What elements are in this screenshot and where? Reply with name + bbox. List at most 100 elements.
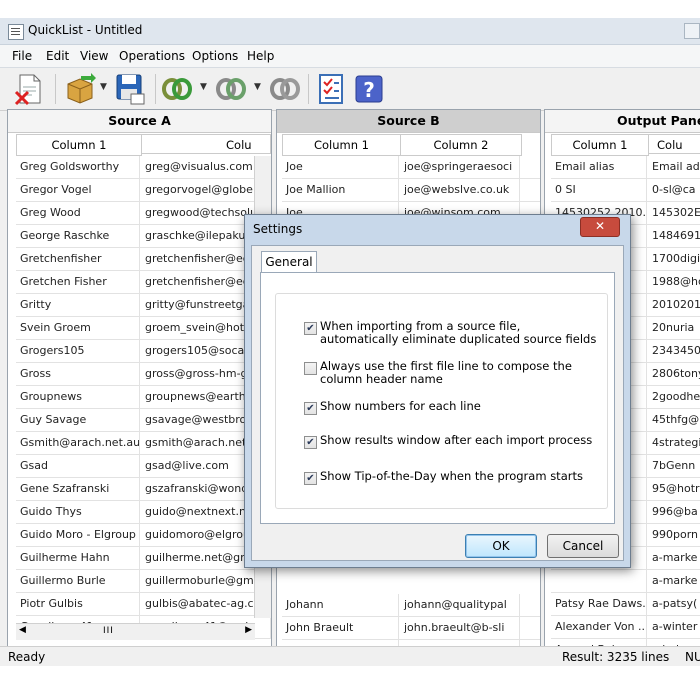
output-column-headers: Column 1 Colu bbox=[551, 134, 700, 156]
column-header[interactable]: Column 2 bbox=[400, 134, 522, 156]
table-row[interactable]: Gsmith@arach.net.au gsmith@arach.net bbox=[16, 432, 271, 455]
table-cell: Gretchen Fisher bbox=[16, 271, 140, 293]
table-row[interactable]: Gritty gritty@funstreetga bbox=[16, 294, 271, 317]
table-cell: Groupnews bbox=[16, 386, 140, 408]
source-b-title: Source B bbox=[277, 110, 540, 133]
table-row[interactable]: Greg Wood gregwood@techsolu bbox=[16, 202, 271, 225]
merge-gray-icon[interactable] bbox=[214, 72, 248, 106]
open-box-icon[interactable] bbox=[63, 72, 97, 106]
table-row[interactable]: Groupnews groupnews@earthl bbox=[16, 386, 271, 409]
menu-edit[interactable]: Edit bbox=[46, 49, 69, 63]
source-a-title: Source A bbox=[8, 110, 271, 133]
table-row[interactable]: John Braeult john.braeult@b-sli bbox=[282, 617, 540, 640]
merge-dropdown-arrow[interactable]: ▼ bbox=[200, 82, 207, 92]
help-icon[interactable]: ? bbox=[352, 72, 386, 106]
table-cell: Gsad bbox=[16, 455, 140, 477]
option-label: Show results window after each import pr… bbox=[320, 433, 593, 447]
table-row[interactable]: George Raschke graschke@ilepakus bbox=[16, 225, 271, 248]
table-cell: Johann bbox=[282, 594, 399, 616]
table-row[interactable]: Johann johann@qualitypal bbox=[282, 594, 540, 617]
table-row[interactable]: Joe joe@springeraesoci bbox=[282, 156, 540, 179]
column-header[interactable]: Column 1 bbox=[282, 134, 401, 156]
new-document-icon[interactable] bbox=[12, 72, 46, 106]
menu-file[interactable]: File bbox=[12, 49, 32, 63]
table-row[interactable]: Gretchen Fisher gretchenfisher@ed bbox=[16, 271, 271, 294]
scroll-thumb-grip[interactable]: III bbox=[103, 626, 114, 636]
table-row[interactable]: a-marke bbox=[551, 570, 700, 593]
scroll-left-arrow[interactable]: ◀ bbox=[19, 625, 26, 635]
ok-button[interactable]: OK bbox=[465, 534, 537, 558]
table-cell: Guillermo Burle bbox=[16, 570, 140, 592]
table-row[interactable]: Email alias Email ad bbox=[551, 156, 700, 179]
table-cell: Guido Moro - Elgroup bbox=[16, 524, 140, 546]
table-cell: 996@ba bbox=[648, 501, 700, 523]
merge2-dropdown-arrow[interactable]: ▼ bbox=[254, 82, 261, 92]
tab-general[interactable]: General bbox=[261, 251, 317, 272]
close-icon[interactable]: ✕ bbox=[580, 217, 620, 237]
menu-view[interactable]: View bbox=[80, 49, 108, 63]
table-row[interactable]: 0 SI 0-sl@ca bbox=[551, 179, 700, 202]
table-cell: Greg Goldsworthy bbox=[16, 156, 140, 178]
table-cell: Joe Mallion bbox=[282, 179, 399, 201]
table-row[interactable]: Alexander Von ... a-winter bbox=[551, 616, 700, 639]
checkbox-eliminate-duplicates[interactable]: ✔ bbox=[304, 322, 317, 335]
table-row[interactable]: Guy Savage gsavage@westbroo bbox=[16, 409, 271, 432]
table-cell: 990porn bbox=[648, 524, 700, 546]
table-row[interactable]: Patsy Rae Daws... a-patsy( bbox=[551, 593, 700, 616]
merge-green-icon[interactable] bbox=[160, 72, 194, 106]
table-row[interactable]: Joe Mallion joe@webslve.co.uk bbox=[282, 179, 540, 202]
toolbar-separator bbox=[155, 74, 156, 104]
window-controls[interactable] bbox=[684, 23, 700, 39]
table-cell: Gretchenfisher bbox=[16, 248, 140, 270]
table-row[interactable]: Guido Moro - Elgroup guidomoro@elgrou bbox=[16, 524, 271, 547]
table-row[interactable]: Gene Szafranski gszafranski@wond bbox=[16, 478, 271, 501]
table-row[interactable]: Gross gross@gross-hm-g bbox=[16, 363, 271, 386]
table-cell: john.braeult@b-sli bbox=[400, 617, 520, 639]
app-list-icon bbox=[8, 24, 24, 40]
general-tab-page: ✔ When importing from a source file, aut… bbox=[260, 272, 615, 524]
column-header[interactable]: Colu bbox=[141, 134, 271, 154]
checkbox-first-line-header[interactable] bbox=[304, 362, 317, 375]
table-cell: joe@webslve.co.uk bbox=[400, 179, 520, 201]
table-row[interactable]: Gregor Vogel gregorvogel@globe bbox=[16, 179, 271, 202]
table-cell: 1700digi bbox=[648, 248, 700, 270]
column-header[interactable]: Colu bbox=[648, 134, 700, 154]
table-cell: johann@qualitypal bbox=[400, 594, 520, 616]
save-icon[interactable] bbox=[113, 72, 147, 106]
table-row[interactable]: Guillermo Burle guillermoburle@gm bbox=[16, 570, 271, 593]
table-cell: Alexander Von ... bbox=[551, 616, 647, 638]
table-row[interactable]: Gretchenfisher gretchenfisher@ed bbox=[16, 248, 271, 271]
menu-operations[interactable]: Operations bbox=[119, 49, 185, 63]
column-header[interactable]: Column 1 bbox=[16, 134, 142, 156]
table-row[interactable]: Piotr Gulbis gulbis@abatec-ag.c bbox=[16, 593, 271, 616]
merge-gray-outline-icon[interactable] bbox=[268, 72, 302, 106]
table-row[interactable]: Svein Groem groem_svein@hotm bbox=[16, 317, 271, 340]
checkbox-tip-of-the-day[interactable]: ✔ bbox=[304, 472, 317, 485]
checklist-icon[interactable] bbox=[314, 72, 348, 106]
status-ready: Ready bbox=[8, 650, 46, 664]
checkbox-show-results-window[interactable]: ✔ bbox=[304, 436, 317, 449]
menu-help[interactable]: Help bbox=[247, 49, 274, 63]
table-cell: Patsy Rae Daws... bbox=[551, 593, 647, 615]
scroll-right-arrow[interactable]: ▶ bbox=[245, 625, 252, 635]
status-num: NU bbox=[685, 650, 700, 664]
table-row[interactable]: Grogers105 grogers105@socal bbox=[16, 340, 271, 363]
table-cell bbox=[551, 570, 647, 592]
table-row[interactable]: Gsad gsad@live.com bbox=[16, 455, 271, 478]
checkbox-show-line-numbers[interactable]: ✔ bbox=[304, 402, 317, 415]
table-cell: 2806tony bbox=[648, 363, 700, 385]
table-row[interactable]: Greg Goldsworthy greg@visualus.com bbox=[16, 156, 271, 179]
table-row[interactable]: Guido Thys guido@nextnext.nl bbox=[16, 501, 271, 524]
source-b-bottom-rows: Johann johann@qualitypal John Braeult john.… bbox=[282, 594, 540, 650]
cancel-button[interactable]: Cancel bbox=[547, 534, 619, 558]
status-bar: Ready Result: 3235 lines NU bbox=[0, 646, 700, 666]
output-panel-title: Output Panel bbox=[545, 110, 700, 133]
column-header[interactable]: Column 1 bbox=[551, 134, 649, 156]
table-cell: 20nuria bbox=[648, 317, 700, 339]
menu-options[interactable]: Options bbox=[192, 49, 238, 63]
table-row[interactable]: Guilherme Hahn guilherme.net@gm bbox=[16, 547, 271, 570]
open-dropdown-arrow[interactable]: ▼ bbox=[100, 82, 107, 92]
source-a-horizontal-scrollbar[interactable]: ◀ III ▶ bbox=[16, 623, 255, 640]
table-cell: 95@hotr bbox=[648, 478, 700, 500]
dialog-title: Settings bbox=[253, 222, 303, 236]
